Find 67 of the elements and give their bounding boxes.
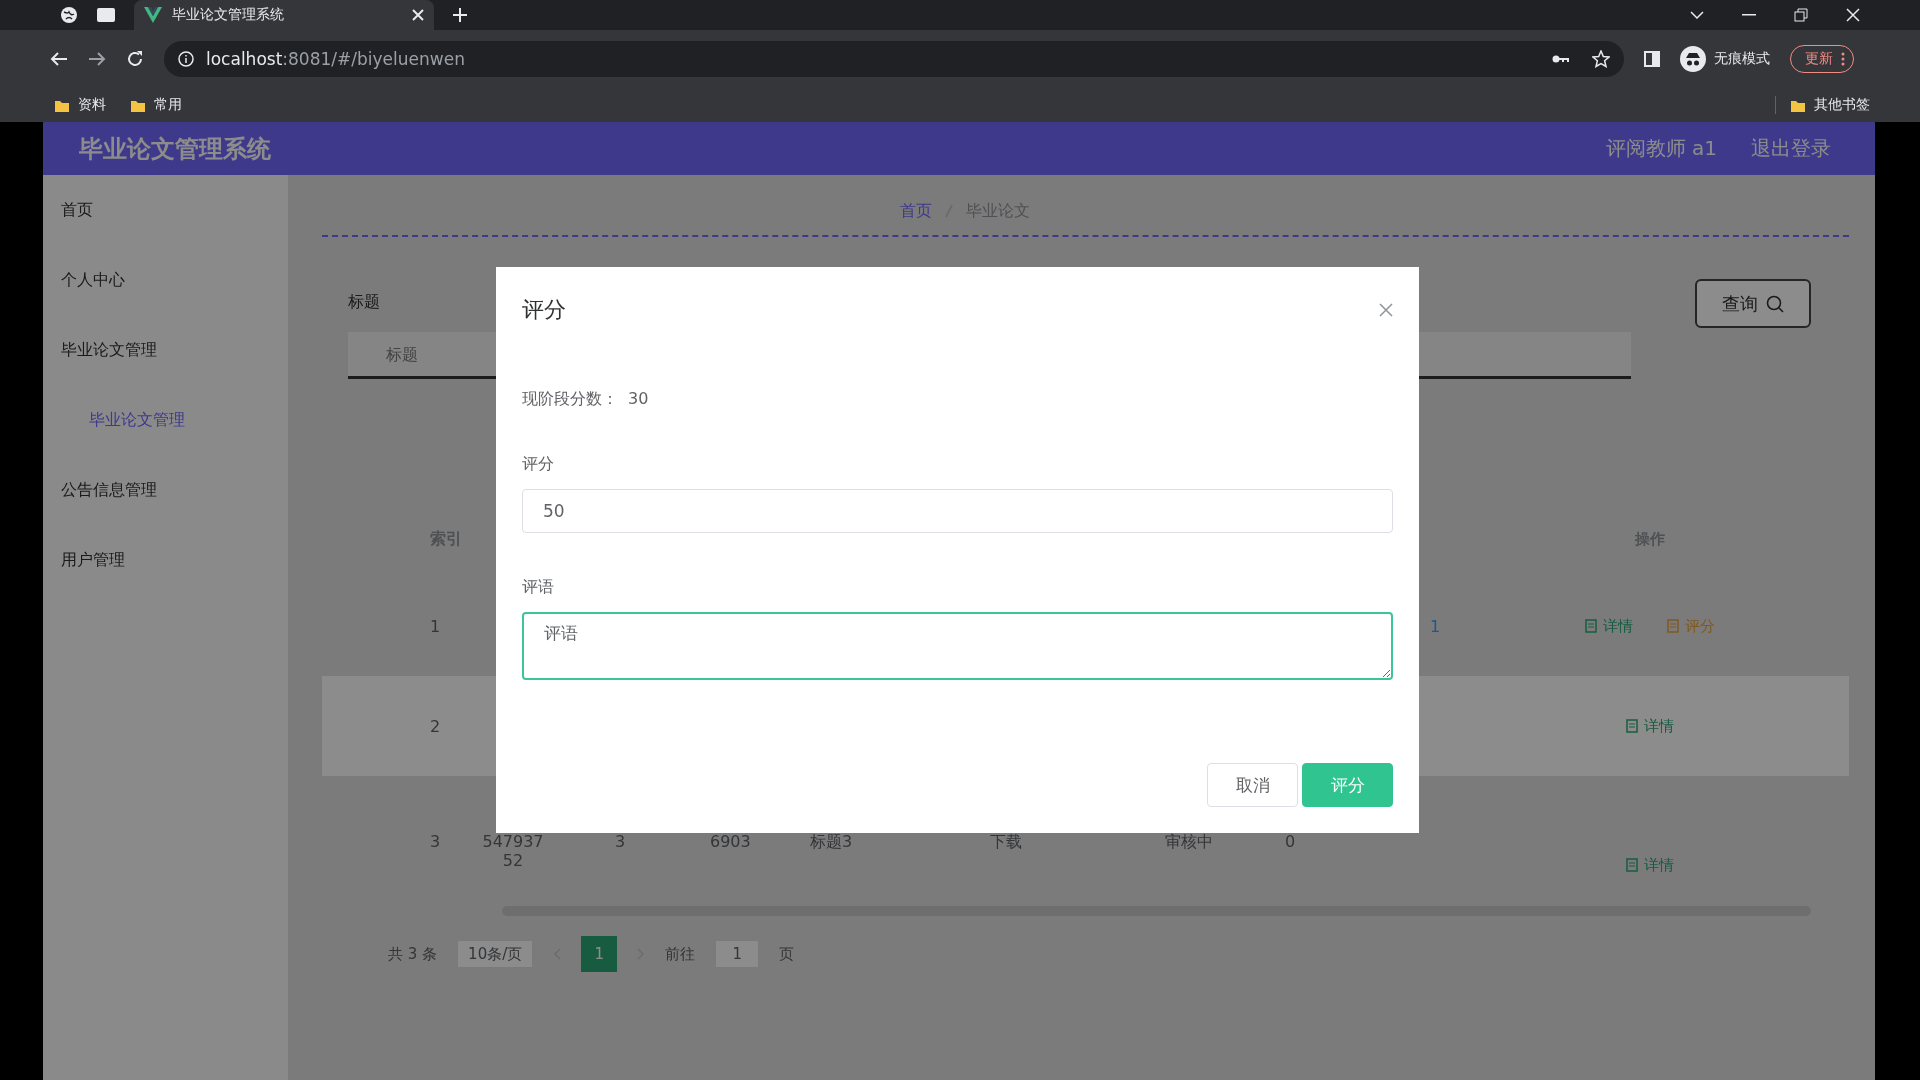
score-label: 现阶段分数： (522, 389, 618, 410)
goto-label: 前往 (665, 944, 696, 964)
comment-field[interactable]: 评语 (522, 612, 1393, 680)
table-cell-text: 1 (1430, 616, 1442, 636)
kebab-menu-icon (1841, 52, 1845, 66)
table-cell-text: 下载 (990, 832, 1023, 853)
close-icon[interactable] (412, 9, 424, 21)
table-cell-text: 标题3 (810, 832, 854, 853)
total-count: 共 3 条 (388, 944, 438, 964)
table-cell-text: 54793752 (481, 832, 545, 870)
sidebar-item[interactable]: 毕业论文管理 (43, 315, 288, 385)
table-cell-text: 3 (615, 832, 627, 851)
cancel-button[interactable]: 取消 (1207, 763, 1298, 807)
search-icon (1766, 294, 1784, 313)
sidebar-panel-icon[interactable] (1644, 51, 1660, 67)
reload-icon[interactable] (126, 50, 144, 68)
forward-arrow-icon[interactable] (88, 51, 106, 67)
score-value: 30 (628, 389, 649, 410)
logout-link[interactable]: 退出登录 (1751, 135, 1831, 162)
plus-icon[interactable] (452, 7, 468, 23)
table-cell-text: 审核中 (1165, 832, 1214, 853)
v-logo-icon (144, 7, 162, 23)
sidebar-item[interactable]: 用户管理 (43, 525, 288, 595)
incognito-icon (1680, 46, 1706, 72)
table-cell-text: 2 (430, 716, 442, 736)
goto-page-field[interactable]: 1 (715, 940, 760, 968)
profile-label: 无痕模式 (1714, 50, 1770, 68)
table-cell-text: 0 (1285, 832, 1297, 851)
table-cell-text: 3 (430, 832, 442, 851)
field-label: 评语 (522, 577, 555, 598)
table-cell-text: 1 (430, 616, 442, 636)
bookmark-folder[interactable]: 其他书签 (1790, 96, 1880, 114)
bookmark-folder[interactable]: 常用 (130, 96, 192, 114)
dialog-title: 评分 (522, 296, 566, 324)
address-bar[interactable]: localhost:8081/#/biyeluenwen (164, 41, 1624, 77)
user-name: 评阅教师 a1 (1605, 135, 1717, 162)
document-icon (1626, 858, 1638, 872)
info-icon (178, 51, 194, 67)
document-icon (1667, 619, 1679, 633)
page-size-select[interactable]: 10条/页 (457, 940, 534, 968)
close-button[interactable] (1379, 303, 1393, 317)
sidebar-item[interactable]: 公告信息管理 (43, 455, 288, 525)
bookmark-folder[interactable]: 资料 (54, 96, 116, 114)
tab-title: 毕业论文管理系统 (172, 6, 285, 24)
close-icon[interactable] (1846, 8, 1860, 22)
update-button[interactable]: 更新 (1790, 45, 1854, 73)
minimize-icon[interactable] (1742, 14, 1756, 16)
document-icon (1585, 619, 1597, 633)
search-label: 标题 (348, 292, 380, 312)
page-suffix: 页 (779, 944, 795, 964)
key-icon[interactable] (1552, 53, 1570, 65)
chevron-down-icon[interactable] (1690, 11, 1704, 19)
query-button[interactable]: 查询 (1695, 279, 1811, 328)
sidebar-item[interactable]: 个人中心 (43, 245, 288, 315)
restore-icon[interactable] (1794, 8, 1808, 22)
sidebar-item[interactable]: 首页 (43, 175, 288, 245)
browser-tab[interactable]: 毕业论文管理系统 (134, 0, 434, 30)
document-icon (1626, 719, 1638, 733)
field-label: 评分 (522, 454, 555, 475)
sidebar-subitem[interactable]: 毕业论文管理 (43, 385, 288, 455)
score-field[interactable]: 50 (522, 489, 1393, 533)
table-cell-text: 6903 (710, 832, 752, 851)
address-text: localhost:8081/#/biyeluenwen (206, 49, 465, 69)
star-icon[interactable] (1592, 50, 1610, 68)
back-arrow-icon[interactable] (50, 51, 68, 67)
window-icon[interactable] (96, 7, 116, 23)
app-title: 毕业论文管理系统 (79, 133, 271, 165)
